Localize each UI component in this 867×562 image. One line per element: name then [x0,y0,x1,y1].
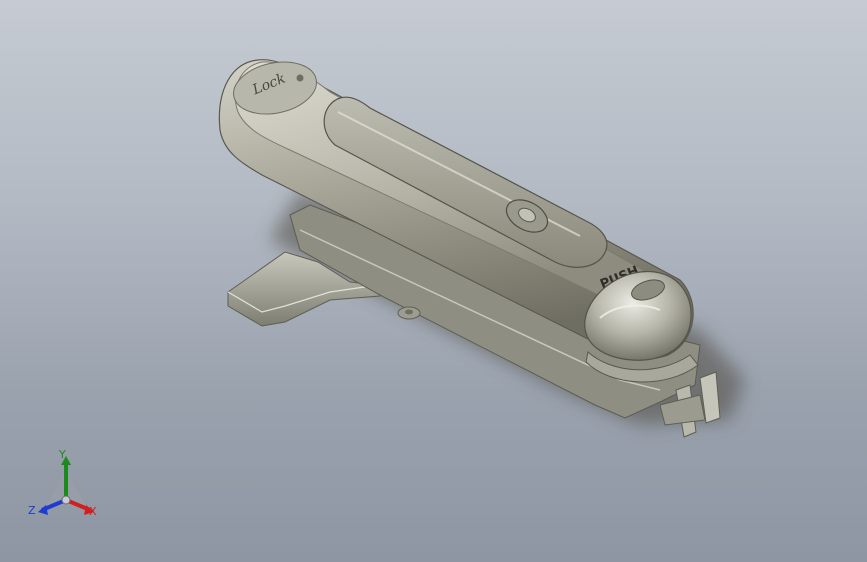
triad-origin [61,495,71,505]
z-axis-label: Z [28,504,36,517]
screw-hole [405,309,413,315]
y-axis-label: Y [59,448,66,461]
lock-handle-model[interactable]: Lock PUSH [0,0,867,562]
x-axis-label: X [89,505,97,518]
keyhole-dot [296,74,304,82]
cad-viewport[interactable]: Lock PUSH Y Z X [0,0,867,562]
axis-triad: Y Z X [28,448,104,524]
